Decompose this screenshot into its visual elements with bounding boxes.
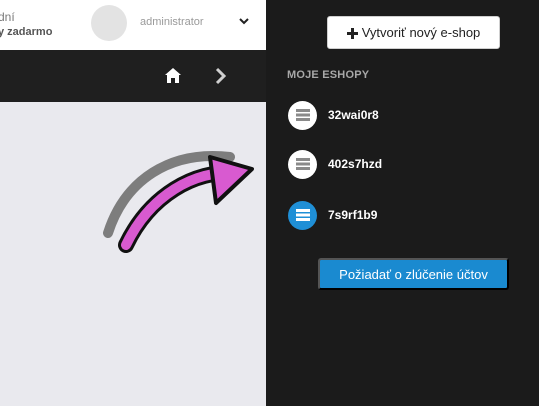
avatar[interactable] <box>91 5 127 41</box>
server-icon <box>288 149 317 179</box>
arrow-annotation-icon <box>100 145 260 285</box>
eshop-name: 32wai0r8 <box>328 108 379 122</box>
create-eshop-button[interactable]: Vytvoriť nový e-shop <box>327 16 500 49</box>
top-bar: dní y zadarmo administrator <box>0 0 266 50</box>
server-icon <box>288 200 317 230</box>
create-eshop-label: Vytvoriť nový e-shop <box>361 25 481 40</box>
eshop-item[interactable]: 402s7hzd <box>288 149 382 179</box>
trial-days-text: dní <box>0 10 15 24</box>
section-title: MOJE ESHOPY <box>287 69 370 81</box>
chevron-right-icon[interactable] <box>213 67 227 85</box>
home-icon[interactable] <box>164 67 182 84</box>
eshop-name: 7s9rf1b9 <box>328 208 378 222</box>
merge-accounts-button[interactable]: Požiadať o zlúčenie účtov <box>318 258 509 290</box>
user-name[interactable]: administrator <box>140 16 204 28</box>
eshop-item[interactable]: 32wai0r8 <box>288 100 379 130</box>
eshop-name: 402s7hzd <box>328 157 383 171</box>
chevron-down-icon[interactable] <box>237 14 251 28</box>
server-icon <box>288 100 317 130</box>
plus-icon <box>346 27 358 39</box>
trial-free-text: y zadarmo <box>0 26 53 38</box>
eshop-item-active[interactable]: 7s9rf1b9 <box>288 200 377 230</box>
